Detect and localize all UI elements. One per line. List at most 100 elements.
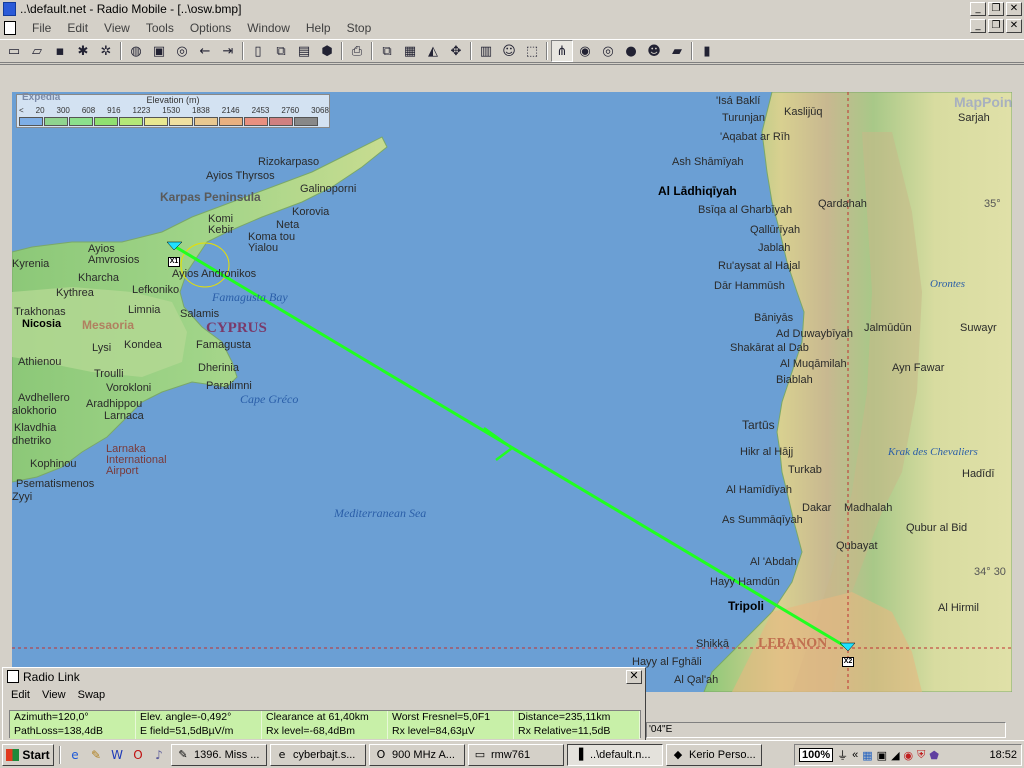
label-degree-34-30: 34° 30 (974, 566, 1006, 578)
elevation-angle-value: Elev. angle=-0,492° (136, 711, 262, 725)
map-view[interactable]: Elevation (m) <20 300 608 916 1223 1530 1838 21… (12, 92, 1012, 692)
legend-swatch (194, 117, 218, 126)
radio-link-menu-swap[interactable]: Swap (72, 689, 112, 701)
grid-icon[interactable]: ▥ (475, 40, 497, 62)
world-icon[interactable]: ◍ (125, 40, 147, 62)
back-icon[interactable]: ← (194, 40, 216, 62)
legend-swatch (19, 117, 43, 126)
gps-icon[interactable]: ▮ (696, 40, 718, 62)
site1-marker[interactable]: X1 (168, 257, 180, 267)
legend-value: 3068 (311, 106, 329, 115)
label-vorokloni: Vorokloni (106, 382, 152, 394)
label-as-summaqiyah: As Summāqīyah (722, 514, 803, 526)
polar-coverage-icon[interactable]: ◎ (597, 40, 619, 62)
center-icon[interactable]: ✥ (445, 40, 467, 62)
document-icon[interactable] (4, 21, 16, 35)
label-kondea: Kondea (124, 339, 162, 351)
menu-help[interactable]: Help (298, 21, 339, 35)
label-kyrenia: Kyrenia (12, 258, 50, 270)
menu-edit[interactable]: Edit (59, 21, 96, 35)
fit-icon[interactable]: ⬚ (521, 40, 543, 62)
save-page-icon[interactable]: ▤ (293, 40, 315, 62)
restore-button[interactable]: ❐ (988, 2, 1004, 16)
coverage-icon[interactable]: ◉ (574, 40, 596, 62)
tray-expand-arrows[interactable]: « (852, 749, 858, 761)
label-tripoli: Tripoli (728, 599, 764, 613)
word-icon[interactable]: W (108, 746, 126, 764)
radio-link-menu-view[interactable]: View (36, 689, 72, 701)
radio-link-close-button[interactable]: ✕ (626, 670, 642, 684)
face-icon[interactable]: ☻ (643, 40, 665, 62)
label-al-qalah: Al Qal'ah (674, 674, 719, 686)
forward-icon[interactable]: ⇥ (217, 40, 239, 62)
task-list: ✎ 1396. Miss ... e cyberbajt.s... O 900 MHz A… (171, 743, 762, 766)
profile-icon[interactable]: ▰ (666, 40, 688, 62)
clock[interactable]: 18:52 (989, 749, 1017, 761)
copy-icon[interactable]: ⧉ (376, 40, 398, 62)
label-zyyi: Zyyi (12, 491, 33, 503)
shield-icon[interactable]: ⬟ (929, 749, 939, 762)
taskbar-button[interactable]: e cyberbajt.s... (270, 743, 366, 766)
taskbar-button[interactable]: O 900 MHz A... (369, 743, 465, 766)
window-controls: _ ❐ ✕ (970, 2, 1022, 16)
battery-indicator[interactable]: 100% (799, 748, 834, 762)
start-button[interactable]: Start (2, 743, 54, 766)
ie-icon[interactable]: e (66, 746, 84, 764)
pencil-icon[interactable]: ✎ (87, 746, 105, 764)
menu-file[interactable]: File (24, 21, 59, 35)
network-properties-icon[interactable]: ✱ (72, 40, 94, 62)
open-folder-icon[interactable]: ▭ (3, 40, 25, 62)
elevation-legend: Elevation (m) <20 300 608 916 1223 1530 1838 21… (16, 94, 330, 128)
legend-value: 300 (56, 106, 70, 115)
rx-relative-value: Rx Relative=11,5dB (514, 725, 640, 739)
terrain-icon[interactable]: ⋔ (551, 40, 573, 62)
label-salamis: Salamis (180, 308, 220, 320)
display-icon[interactable]: ▣ (877, 749, 887, 762)
taskbar-button[interactable]: ◆ Kerio Perso... (666, 743, 762, 766)
menu-stop[interactable]: Stop (339, 21, 380, 35)
minimize-button[interactable]: _ (970, 2, 986, 16)
paste-icon[interactable]: ▦ (399, 40, 421, 62)
label-orontes: Orontes (930, 278, 966, 290)
person-icon[interactable]: ☺ (498, 40, 520, 62)
radio-link-icon[interactable]: ◎ (171, 40, 193, 62)
site2-marker[interactable]: X2 (842, 657, 854, 667)
label-suwayr: Suwayr (960, 322, 997, 334)
taskbar-button[interactable]: ▭ rmw761 (468, 743, 564, 766)
label-dakar: Dakar (802, 502, 832, 514)
child-close-button[interactable]: ✕ (1006, 19, 1022, 33)
firewall-icon[interactable]: ⛨ (917, 748, 925, 762)
label-ayn-fawar: Ayn Fawar (892, 362, 945, 374)
network-icon[interactable]: ▦ (862, 749, 872, 762)
acrobat-icon[interactable]: ⬢ (316, 40, 338, 62)
cartesian-icon[interactable]: ● (620, 40, 642, 62)
map-properties-icon[interactable]: ▣ (148, 40, 170, 62)
save-icon[interactable]: ▪ (49, 40, 71, 62)
label-turunjan: Turunjan (722, 112, 766, 124)
media-icon[interactable]: ♪ (150, 746, 168, 764)
taskbar-separator (59, 745, 61, 764)
opera-icon[interactable]: O (129, 746, 147, 764)
menu-window[interactable]: Window (239, 21, 298, 35)
merge-icon[interactable]: ◭ (422, 40, 444, 62)
menu-options[interactable]: Options (182, 21, 239, 35)
legend-swatch (219, 117, 243, 126)
map-canvas (12, 92, 1012, 692)
menu-tools[interactable]: Tools (138, 21, 182, 35)
volume-icon[interactable]: ◢ (891, 749, 899, 762)
windows-logo-icon (6, 748, 20, 761)
child-restore-button[interactable]: ❐ (988, 19, 1004, 33)
toolbar-separator (120, 42, 122, 60)
open-file-icon[interactable]: ▱ (26, 40, 48, 62)
close-button[interactable]: ✕ (1006, 2, 1022, 16)
print-icon[interactable]: ⎙ (346, 40, 368, 62)
taskbar-button[interactable]: ▐ ..\default.n... (567, 743, 663, 766)
new-page-icon[interactable]: ▯ (247, 40, 269, 62)
radio-link-menu-edit[interactable]: Edit (5, 689, 36, 701)
child-minimize-button[interactable]: _ (970, 19, 986, 33)
antivirus-icon[interactable]: ◉ (904, 749, 914, 762)
units-icon[interactable]: ✲ (95, 40, 117, 62)
menu-view[interactable]: View (96, 21, 138, 35)
taskbar-button[interactable]: ✎ 1396. Miss ... (171, 743, 267, 766)
copy-page-icon[interactable]: ⧉ (270, 40, 292, 62)
